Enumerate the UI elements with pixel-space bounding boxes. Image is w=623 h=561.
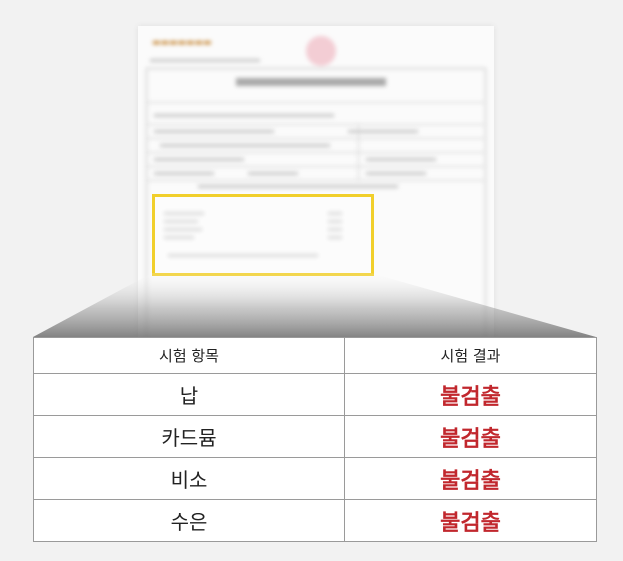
table-header-row: 시험 항목 시험 결과 (33, 337, 597, 374)
certificate-title-bar (236, 78, 386, 86)
text-line (154, 172, 214, 175)
divider (146, 166, 484, 167)
test-item-cell: 수은 (33, 499, 345, 542)
test-result-cell: 불검출 (344, 415, 597, 458)
certificate-blurred-content: ▬▬▬▬▬▬▬ (138, 26, 494, 346)
divider (146, 152, 484, 153)
test-item-cell: 납 (33, 373, 345, 416)
table-row: 카드뮴 불검출 (33, 415, 597, 458)
text-line (154, 158, 244, 161)
text-line (366, 158, 436, 161)
test-result-cell: 불검출 (344, 373, 597, 416)
header-test-result: 시험 결과 (344, 337, 597, 374)
test-result-cell: 불검출 (344, 457, 597, 500)
header-test-item: 시험 항목 (33, 337, 345, 374)
document-number-line (150, 59, 260, 62)
highlight-box (152, 194, 374, 276)
test-result-cell: 불검출 (344, 499, 597, 542)
column-divider (358, 124, 359, 180)
text-line (198, 185, 398, 188)
divider (146, 102, 484, 103)
test-results-table: 시험 항목 시험 결과 납 불검출 카드뮴 불검출 비소 불검출 수은 불검출 (33, 337, 597, 542)
issuer-logo: ▬▬▬▬▬▬▬ (152, 38, 212, 48)
text-line (154, 130, 274, 133)
divider (146, 124, 484, 125)
text-line (154, 114, 334, 117)
test-item-cell: 비소 (33, 457, 345, 500)
official-seal (306, 36, 336, 66)
text-line (248, 172, 298, 175)
text-line (160, 144, 330, 147)
text-line (366, 172, 426, 175)
table-row: 비소 불검출 (33, 457, 597, 500)
table-row: 납 불검출 (33, 373, 597, 416)
test-item-cell: 카드뮴 (33, 415, 345, 458)
divider (146, 180, 484, 181)
divider (146, 138, 484, 139)
table-row: 수은 불검출 (33, 499, 597, 542)
certificate-document: ▬▬▬▬▬▬▬ (138, 26, 494, 346)
